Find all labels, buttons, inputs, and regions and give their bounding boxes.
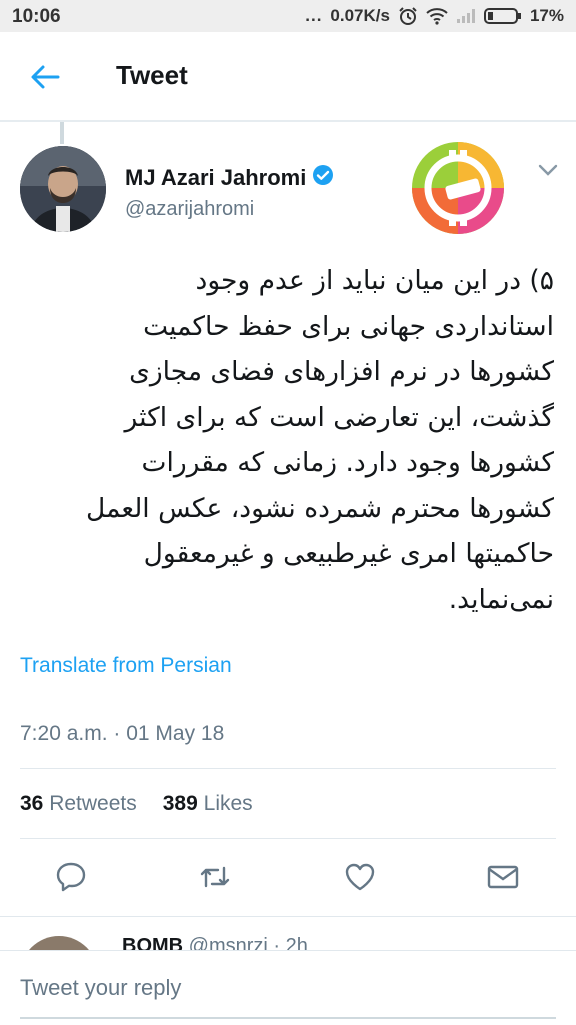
status-bar: 10:06 ... 0.07K/s 17% <box>0 0 576 32</box>
back-arrow-icon[interactable] <box>28 60 62 94</box>
retweets-label: Retweets <box>49 792 137 815</box>
reply-input-underline <box>20 1017 556 1019</box>
wifi-icon <box>426 7 448 25</box>
like-heart-icon[interactable] <box>343 860 377 894</box>
tweet-stats: 36 Retweets 389 Likes <box>20 792 253 816</box>
author-name-row[interactable]: MJ Azari Jahromi <box>125 164 334 192</box>
page-title: Tweet <box>116 60 188 90</box>
author-handle[interactable]: @azarijahromi <box>125 198 254 221</box>
likes-count: 389 <box>162 792 198 815</box>
stat-spacer <box>145 792 155 816</box>
divider <box>20 838 556 839</box>
battery-icon <box>483 7 522 25</box>
likes-label: Likes <box>203 792 253 815</box>
signal-icon <box>456 8 476 24</box>
verified-badge-icon <box>312 164 334 192</box>
share-mail-icon[interactable] <box>486 860 520 894</box>
alarm-icon <box>398 6 418 26</box>
divider <box>20 768 556 769</box>
reply-bar: Tweet your reply <box>0 950 576 1025</box>
reply-input[interactable]: Tweet your reply <box>20 975 181 1001</box>
keyboard-app-logo-icon <box>410 140 506 236</box>
network-speed: 0.07K/s <box>330 6 390 25</box>
retweet-icon[interactable] <box>198 860 232 894</box>
thread-line <box>60 122 64 144</box>
next-reply-item[interactable]: BOMB @msnrzi · 2h <box>0 918 576 954</box>
author-avatar[interactable] <box>20 146 106 232</box>
tweet-text: ۵) در این میان نباید از عدم وجود استاندا… <box>86 265 554 615</box>
retweets-stat[interactable]: 36 Retweets <box>20 792 137 816</box>
status-right: ... 0.07K/s 17% <box>305 6 564 26</box>
battery-percent: 17% <box>529 6 564 25</box>
chevron-down-icon[interactable] <box>536 162 560 178</box>
divider <box>0 916 576 917</box>
status-time: 10:06 <box>12 6 61 27</box>
tweet-actions <box>0 860 576 900</box>
translate-link[interactable]: Translate from Persian <box>20 654 232 678</box>
likes-stat[interactable]: 389 Likes <box>163 792 253 816</box>
author-name[interactable]: MJ Azari Jahromi <box>125 165 306 191</box>
retweets-count: 36 <box>20 792 44 815</box>
notification-dots: ... <box>305 6 323 25</box>
app-bar: Tweet <box>0 32 576 122</box>
reply-icon[interactable] <box>54 860 88 894</box>
tweet-timestamp: 7:20 a.m. · 01 May 18 <box>20 722 225 745</box>
